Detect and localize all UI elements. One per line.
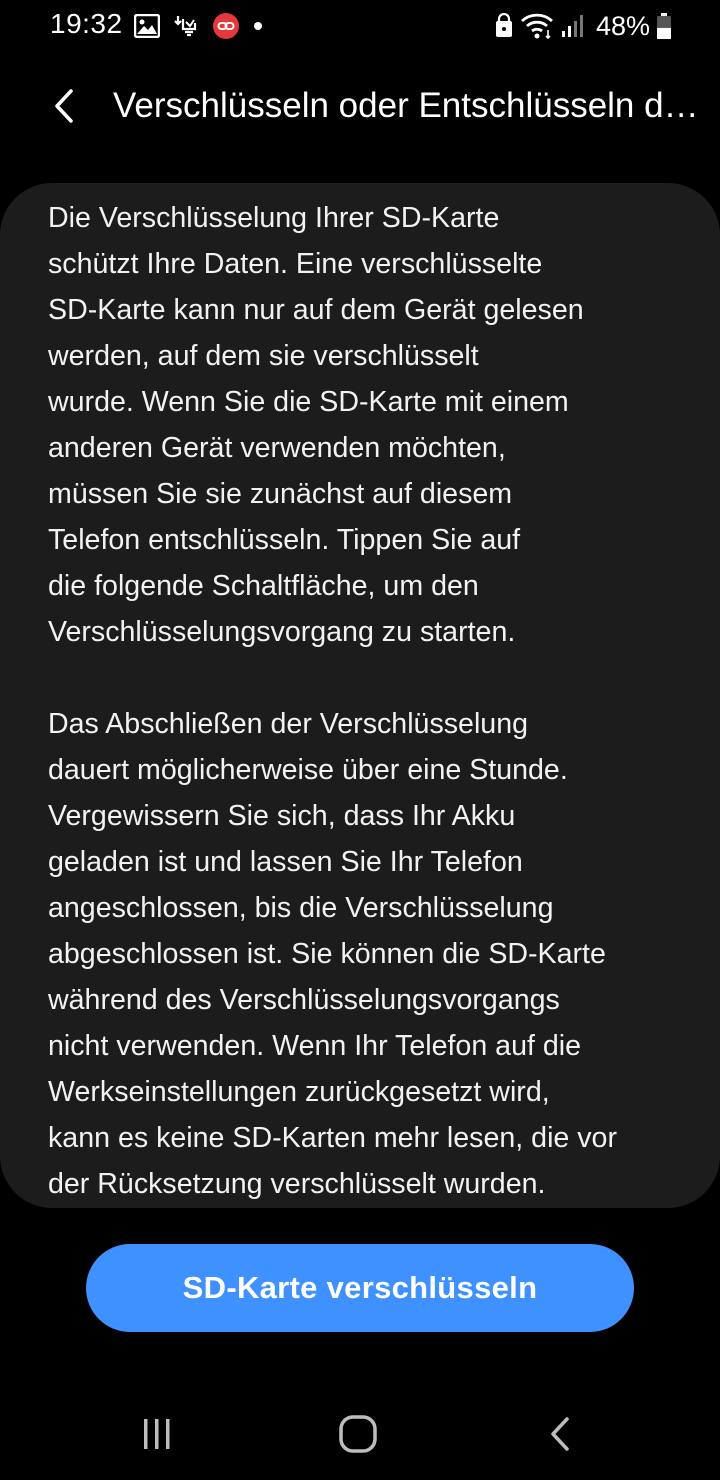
system-back-button[interactable]	[530, 1404, 590, 1464]
description-card: Die Verschlüsselung Ihrer SD-Karte schüt…	[0, 183, 720, 1208]
notification-icons	[134, 10, 264, 42]
battery-percentage: 48%	[595, 10, 650, 41]
recent-apps-icon	[139, 1416, 175, 1452]
wifi-icon	[520, 12, 554, 40]
page-title: Verschlüsseln oder Entschlüsseln der SD-…	[113, 86, 707, 125]
chevron-left-icon	[52, 88, 76, 124]
image-icon	[134, 14, 160, 38]
battery-icon	[656, 12, 672, 40]
navigation-bar	[0, 1380, 720, 1480]
signal-icon	[560, 13, 586, 39]
status-time: 19:32	[50, 8, 123, 39]
back-icon	[545, 1416, 575, 1452]
status-bar: 19:32 48%	[0, 0, 720, 52]
recent-apps-button[interactable]	[127, 1404, 187, 1464]
app-bar: Verschlüsseln oder Entschlüsseln der SD-…	[0, 62, 720, 152]
encrypt-sd-card-button[interactable]: SD-Karte verschlüsseln	[86, 1244, 634, 1332]
home-button[interactable]	[328, 1404, 388, 1464]
description-paragraph-1: Die Verschlüsselung Ihrer SD-Karte schüt…	[48, 202, 584, 648]
download-alert-icon	[172, 13, 200, 39]
link-badge-icon	[212, 12, 240, 40]
dot-icon	[252, 20, 264, 32]
home-icon	[338, 1414, 378, 1454]
encrypt-sd-card-button-label: SD-Karte verschlüsseln	[182, 1270, 538, 1305]
description-paragraph-2: Das Abschließen der Verschlüsselung daue…	[48, 708, 617, 1200]
back-button[interactable]	[40, 82, 88, 130]
system-status-icons: 48%	[494, 10, 672, 42]
lock-icon	[494, 13, 514, 39]
